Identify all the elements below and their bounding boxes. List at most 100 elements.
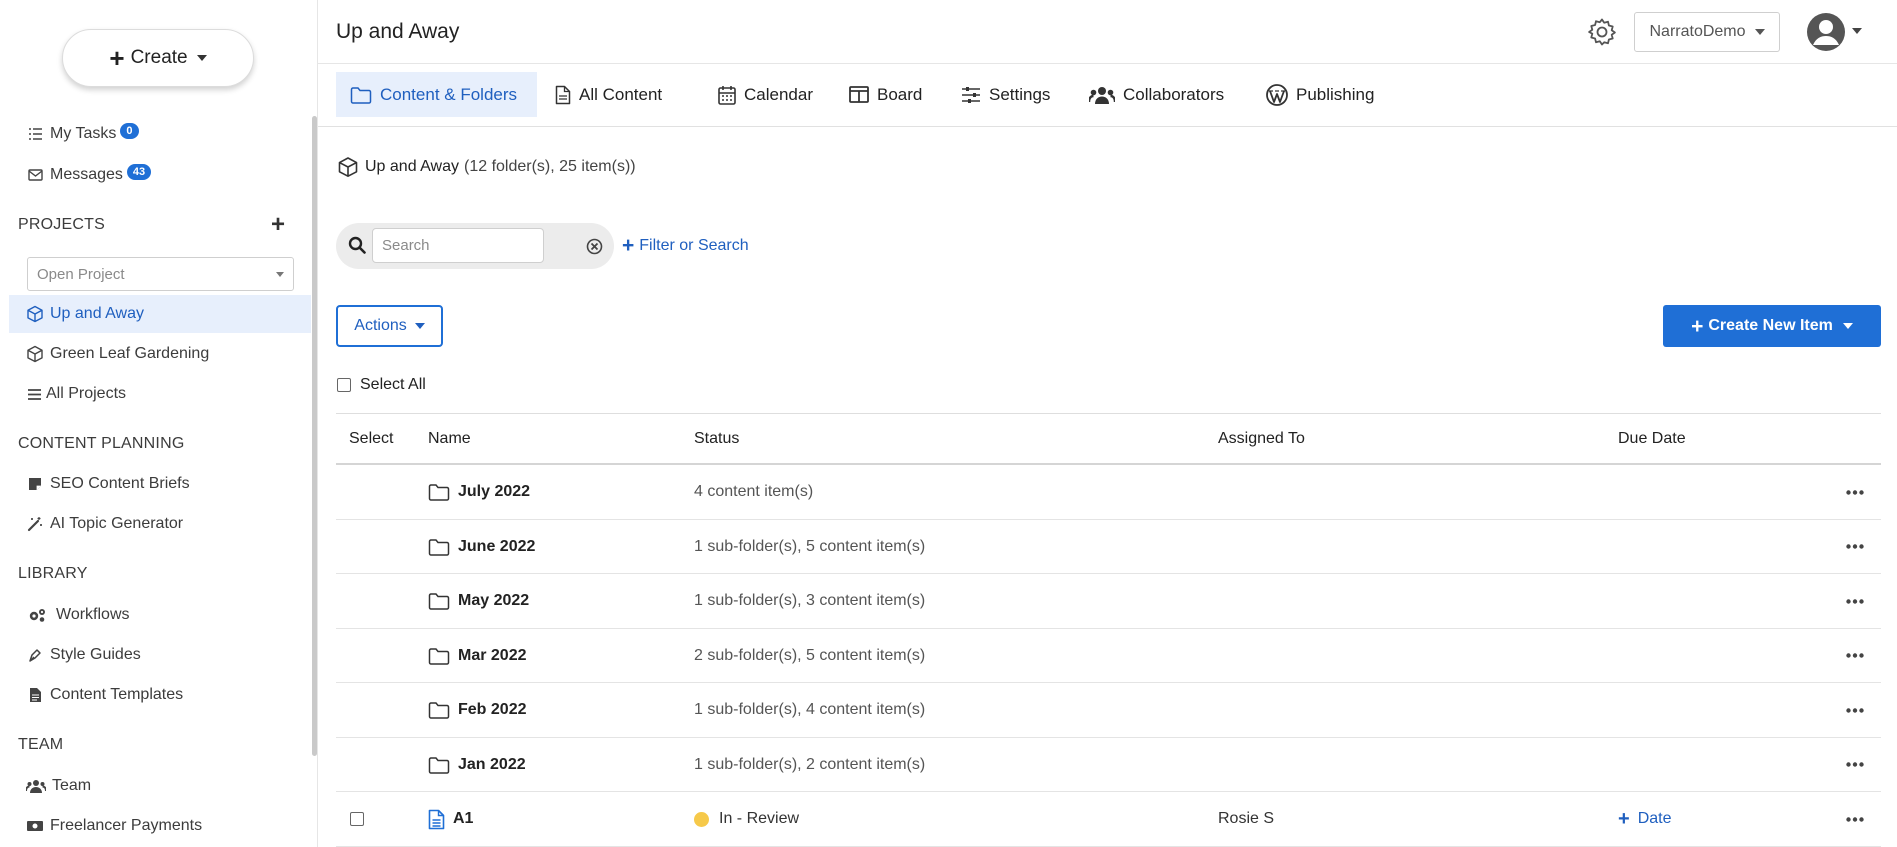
table-row[interactable]: A1 In - Review Rosie S + Date	[336, 792, 1881, 847]
column-header-status: Status	[694, 430, 740, 447]
account-name: NarratoDemo	[1649, 23, 1746, 40]
more-options-icon[interactable]	[1846, 683, 1864, 737]
tab-label: Settings	[989, 84, 1051, 104]
account-select[interactable]: NarratoDemo	[1634, 12, 1780, 52]
sidebar-item-messages[interactable]: Messages 43	[26, 161, 152, 189]
sidebar-item-my-tasks[interactable]: My Tasks 0	[26, 120, 139, 148]
folder-name: Mar 2022	[458, 646, 527, 664]
caret-down-icon	[1842, 323, 1853, 329]
cube-icon	[337, 156, 359, 178]
bars-icon	[26, 385, 42, 403]
avatar[interactable]	[1806, 12, 1846, 52]
create-button[interactable]: + Create	[62, 29, 254, 87]
tab-calendar[interactable]: Calendar	[704, 72, 827, 117]
more-options-icon[interactable]	[1846, 574, 1864, 628]
select-all-checkbox[interactable]	[337, 378, 351, 392]
folder-row[interactable]: Mar 2022 2 sub-folder(s), 5 content item(…	[336, 629, 1881, 683]
sidebar-item-label: Content Templates	[50, 686, 184, 703]
tab-label: Collaborators	[1123, 84, 1225, 104]
tab-label: Calendar	[744, 84, 813, 104]
open-project-select[interactable]: Open Project	[27, 257, 294, 291]
tab-label: Content & Folders	[380, 84, 518, 104]
sidebar-item-label: Style Guides	[50, 646, 141, 663]
folder-row[interactable]: Feb 2022 1 sub-folder(s), 4 content item(…	[336, 683, 1881, 738]
search-bar	[336, 223, 614, 269]
item-name-cell[interactable]: A1	[428, 792, 473, 846]
create-new-item-button[interactable]: + Create New Item	[1663, 305, 1881, 347]
folder-name-cell[interactable]: June 2022	[428, 520, 535, 574]
envelope-icon	[26, 166, 44, 184]
tab-board[interactable]: Board	[835, 72, 936, 117]
folder-name-cell[interactable]: Feb 2022	[428, 683, 526, 737]
sidebar-item-seo-content-briefs[interactable]: SEO Content Briefs	[26, 470, 190, 498]
folder-row[interactable]: May 2022 1 sub-folder(s), 3 content item(…	[336, 574, 1881, 629]
team-heading: TEAM	[18, 736, 64, 753]
calendar-icon	[718, 85, 736, 105]
top-header: Up and Away NarratoDemo	[318, 0, 1897, 64]
tab-publishing[interactable]: Publishing	[1252, 72, 1388, 117]
folder-name-cell[interactable]: Mar 2022	[428, 629, 527, 683]
folder-row[interactable]: June 2022 1 sub-folder(s), 5 content item…	[336, 520, 1881, 574]
folder-name-cell[interactable]: May 2022	[428, 574, 529, 628]
sliders-icon	[961, 86, 981, 104]
messages-count-badge: 43	[126, 164, 152, 180]
sidebar-item-style-guides[interactable]: Style Guides	[26, 641, 141, 669]
file-icon	[428, 809, 445, 830]
projects-heading: PROJECTS	[18, 216, 105, 233]
item-assigned-to: Rosie S	[1218, 810, 1275, 827]
sidebar-item-label: Messages	[50, 166, 123, 183]
more-options-icon[interactable]	[1846, 629, 1864, 683]
tab-all-content[interactable]: All Content	[541, 72, 676, 117]
caret-down-icon[interactable]	[1852, 28, 1862, 34]
folder-icon	[428, 538, 450, 556]
add-due-date-link[interactable]: + Date	[1618, 792, 1671, 846]
gear-icon[interactable]	[1586, 16, 1618, 48]
add-project-button[interactable]: +	[271, 213, 285, 237]
pen-nib-icon	[26, 646, 44, 664]
row-checkbox[interactable]	[350, 812, 364, 826]
sidebar-item-all-projects[interactable]: All Projects	[26, 380, 126, 408]
more-options-icon[interactable]	[1846, 792, 1864, 846]
search-input[interactable]	[372, 228, 544, 263]
plus-icon: +	[622, 234, 635, 257]
folder-name: July 2022	[458, 483, 531, 500]
sidebar-item-green-leaf-gardening[interactable]: Green Leaf Gardening	[26, 340, 209, 368]
folder-icon	[428, 756, 450, 774]
more-options-icon[interactable]	[1846, 738, 1864, 792]
breadcrumb: Up and Away (12 folder(s), 25 item(s))	[337, 156, 636, 178]
folder-row[interactable]: Jan 2022 1 sub-folder(s), 2 content item(…	[336, 738, 1881, 792]
folder-name-cell[interactable]: Jan 2022	[428, 738, 526, 792]
actions-button[interactable]: Actions	[336, 305, 443, 347]
plus-icon: +	[109, 43, 125, 73]
select-all-label: Select All	[360, 376, 426, 393]
sidebar-item-up-and-away[interactable]: Up and Away	[26, 300, 144, 328]
folder-row[interactable]: July 2022 4 content item(s)	[336, 465, 1881, 520]
folder-icon	[428, 647, 450, 665]
folder-name-cell[interactable]: July 2022	[428, 465, 530, 519]
page-title: Up and Away	[336, 20, 460, 43]
tab-collaborators[interactable]: Collaborators	[1075, 72, 1238, 117]
plus-icon: +	[1691, 314, 1704, 338]
sidebar-item-content-templates[interactable]: Content Templates	[26, 681, 183, 709]
sidebar-item-workflows[interactable]: Workflows	[26, 601, 130, 629]
sidebar-item-ai-topic-generator[interactable]: AI Topic Generator	[26, 510, 183, 538]
filter-or-search-link[interactable]: + Filter or Search	[622, 235, 749, 256]
open-project-placeholder: Open Project	[37, 265, 125, 283]
tasks-list-icon	[26, 125, 44, 143]
sidebar-item-team[interactable]: Team	[26, 772, 91, 800]
tab-settings[interactable]: Settings	[947, 72, 1064, 117]
sidebar-item-label: Freelancer Payments	[50, 817, 203, 834]
tab-content-and-folders[interactable]: Content & Folders	[336, 72, 537, 117]
sidebar-item-label: Green Leaf Gardening	[50, 345, 210, 362]
sidebar-item-label: Team	[52, 777, 92, 794]
project-tabs: Content & Folders All Content Calendar B…	[318, 65, 1897, 127]
sidebar-item-freelancer-payments[interactable]: Freelancer Payments	[26, 812, 202, 840]
create-new-item-label: Create New Item	[1708, 317, 1833, 334]
breadcrumb-project[interactable]: Up and Away	[365, 158, 459, 176]
more-options-icon[interactable]	[1846, 520, 1864, 574]
clear-search-icon[interactable]	[586, 238, 603, 255]
caret-down-icon	[276, 272, 284, 277]
more-options-icon[interactable]	[1846, 465, 1864, 519]
sidebar-scrollbar[interactable]	[312, 116, 317, 756]
file-icon	[555, 85, 571, 105]
